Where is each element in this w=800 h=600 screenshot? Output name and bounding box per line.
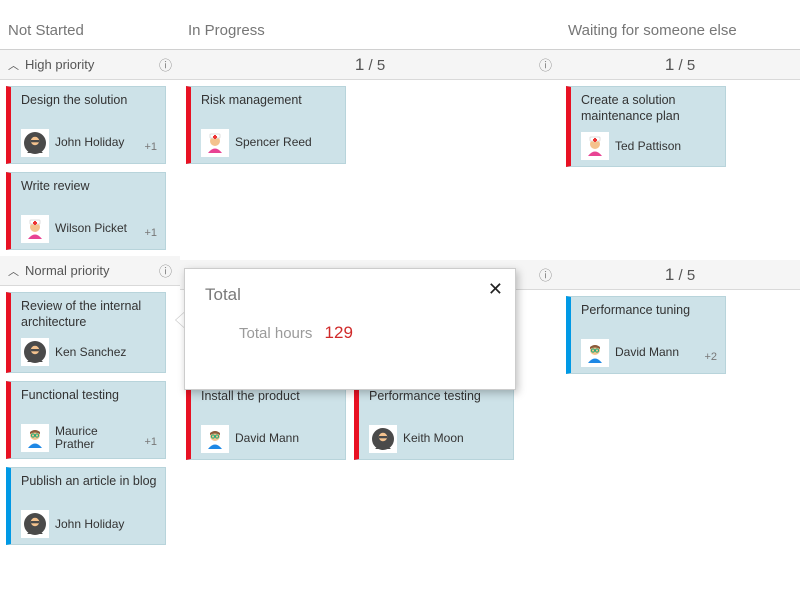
swimlane-header-high-ip[interactable]: 1 / 5 ⓘ	[180, 50, 560, 80]
avatar-icon	[21, 424, 49, 452]
card-plus-badge: +2	[704, 351, 717, 363]
card-title: Publish an article in blog	[21, 474, 159, 498]
card-title: Functional testing	[21, 388, 159, 412]
card-title: Install the product	[201, 389, 339, 413]
wip-limit: 1 / 5	[355, 55, 385, 75]
card-title: Design the solution	[21, 93, 159, 117]
card-list: Performance tuning David Mann +2	[560, 290, 800, 380]
tooltip-value: 129	[317, 323, 353, 342]
card-list: Risk management Spencer Reed	[180, 80, 560, 260]
task-card[interactable]: Review of the internal architecture Ken …	[6, 292, 166, 373]
task-card[interactable]: Performance tuning David Mann +2	[566, 296, 726, 374]
column-header-in-progress: In Progress	[180, 0, 560, 50]
swimlane-header-high-wf[interactable]: 1 / 5	[560, 50, 800, 80]
wip-limit: 1 / 5	[665, 265, 695, 285]
column-title: Waiting for someone else	[568, 22, 737, 39]
column-header-waiting: Waiting for someone else	[560, 0, 800, 50]
card-assignee: Ken Sanchez	[55, 346, 126, 359]
card-assignee: Wilson Picket	[55, 222, 127, 235]
swimlane-label: Normal priority	[25, 263, 110, 278]
avatar-icon	[369, 425, 397, 453]
card-assignee: Spencer Reed	[235, 136, 312, 149]
card-list: Create a solution maintenance plan Ted P…	[560, 80, 800, 260]
avatar-icon	[21, 215, 49, 243]
avatar-icon	[21, 510, 49, 538]
avatar-icon	[581, 339, 609, 367]
task-card[interactable]: Install the product David Mann	[186, 382, 346, 460]
close-icon[interactable]: ✕	[488, 279, 503, 300]
column-waiting: Waiting for someone else 1 / 5 Create a …	[560, 0, 800, 551]
tooltip-line: Total hours 129	[205, 323, 497, 343]
card-plus-badge: +1	[144, 436, 157, 448]
task-card[interactable]: Risk management Spencer Reed	[186, 86, 346, 164]
avatar-icon	[581, 132, 609, 160]
card-plus-badge: +1	[144, 141, 157, 153]
tooltip-label: Total hours	[239, 325, 312, 342]
card-list: Design the solution John Holiday +1 Writ…	[0, 80, 180, 256]
task-card[interactable]: Functional testing Maurice Prather +1	[6, 381, 166, 459]
chevron-up-icon[interactable]: ︿	[8, 263, 19, 279]
wip-limit: 1 / 5	[665, 55, 695, 75]
info-icon[interactable]: ⓘ	[159, 261, 172, 280]
info-icon[interactable]: ⓘ	[539, 265, 552, 284]
avatar-icon	[21, 129, 49, 157]
swimlane-label: High priority	[25, 57, 94, 72]
card-title: Create a solution maintenance plan	[581, 93, 719, 132]
avatar-icon	[21, 338, 49, 366]
task-card[interactable]: Publish an article in blog John Holiday	[6, 467, 166, 545]
card-title: Review of the internal architecture	[21, 299, 159, 338]
card-plus-badge: +1	[144, 227, 157, 239]
total-tooltip: Total Total hours 129 ✕	[184, 268, 516, 390]
task-card[interactable]: Write review Wilson Picket +1	[6, 172, 166, 250]
tooltip-title: Total	[205, 285, 497, 305]
info-icon[interactable]: ⓘ	[539, 55, 552, 74]
card-list: Review of the internal architecture Ken …	[0, 286, 180, 551]
avatar-icon	[201, 129, 229, 157]
info-icon[interactable]: ⓘ	[159, 55, 172, 74]
chevron-up-icon[interactable]: ︿	[8, 57, 19, 73]
column-title: In Progress	[188, 22, 265, 39]
card-title: Performance testing	[369, 389, 507, 413]
column-not-started: Not Started ︿ High priority ⓘ Design the…	[0, 0, 180, 551]
column-header-not-started: Not Started	[0, 0, 180, 50]
swimlane-header-normal-ns[interactable]: ︿ Normal priority ⓘ	[0, 256, 180, 286]
swimlane-header-high-ns[interactable]: ︿ High priority ⓘ	[0, 50, 180, 80]
task-card[interactable]: Design the solution John Holiday +1	[6, 86, 166, 164]
swimlane-header-normal-wf[interactable]: 1 / 5	[560, 260, 800, 290]
card-assignee: Keith Moon	[403, 432, 464, 445]
card-title: Write review	[21, 179, 159, 203]
card-title: Performance tuning	[581, 303, 719, 327]
task-card[interactable]: Create a solution maintenance plan Ted P…	[566, 86, 726, 167]
card-assignee: Maurice Prather	[55, 425, 135, 451]
column-title: Not Started	[8, 22, 84, 39]
card-assignee: David Mann	[235, 432, 299, 445]
card-assignee: John Holiday	[55, 136, 124, 149]
card-title: Risk management	[201, 93, 339, 117]
card-assignee: John Holiday	[55, 518, 124, 531]
card-assignee: Ted Pattison	[615, 140, 681, 153]
avatar-icon	[201, 425, 229, 453]
task-card[interactable]: Performance testing Keith Moon	[354, 382, 514, 460]
card-assignee: David Mann	[615, 346, 679, 359]
